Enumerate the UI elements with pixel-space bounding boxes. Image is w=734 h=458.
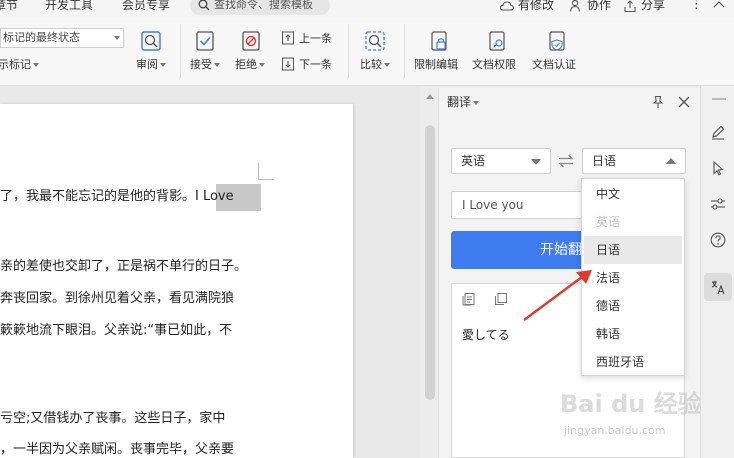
margin-corner-mark <box>258 179 274 180</box>
target-language-select[interactable]: 日语 <box>582 148 686 174</box>
sidebar-grip <box>712 98 726 100</box>
accept-button[interactable]: 接受 <box>190 58 220 71</box>
ribbon-divider <box>404 24 405 78</box>
close-icon[interactable] <box>677 95 691 109</box>
show-markup-button[interactable]: 示标记 <box>0 58 39 71</box>
document-line: 奔丧回家。到徐州见着父亲，看见满院狼 <box>0 291 235 306</box>
markup-state-select[interactable]: 标记的最终状态 <box>0 28 124 48</box>
right-tool-sidebar <box>700 86 734 458</box>
document-permission-button[interactable]: 文档权限 <box>472 58 516 71</box>
translate-icon[interactable] <box>710 279 726 295</box>
language-option-japanese[interactable]: 日语 <box>584 236 682 264</box>
scrollbar-thumb[interactable] <box>425 125 435 400</box>
tab-developer-tools[interactable]: 开发工具 <box>45 0 93 12</box>
previous-icon <box>282 31 294 45</box>
more-options-icon[interactable]: ⋮ <box>690 0 703 12</box>
tab-member-exclusive[interactable]: 会员专享 <box>122 0 170 12</box>
document-line: 亲的差使也交卸了，正是祸不单行的日子。 <box>0 259 248 274</box>
chevron-down-icon <box>114 36 120 40</box>
next-change-button[interactable]: 下一条 <box>281 57 341 72</box>
language-option-german[interactable]: 德语 <box>582 292 684 320</box>
document-certificate-icon[interactable] <box>546 30 568 52</box>
target-language-value: 日语 <box>592 154 617 168</box>
insert-text-icon[interactable] <box>462 292 476 306</box>
accept-icon[interactable] <box>194 30 216 52</box>
help-icon[interactable] <box>710 232 726 248</box>
tab-section[interactable]: 章节 <box>0 0 18 12</box>
user-icon <box>569 0 581 12</box>
language-option-korean[interactable]: 韩语 <box>582 320 684 348</box>
reject-icon[interactable] <box>240 30 262 52</box>
chevron-down-icon <box>160 63 166 67</box>
review-label: 审阅 <box>136 58 158 71</box>
restrict-edit-button[interactable]: 限制编辑 <box>414 58 458 71</box>
document-line: 亏空;又借钱办了丧事。这些日子，家中 <box>0 411 226 426</box>
document-certificate-label: 文档认证 <box>532 58 576 71</box>
document-line: ，一半因为父亲赋闲。丧事完毕，父亲要 <box>0 442 235 457</box>
source-language-value: 英语 <box>461 154 486 168</box>
restrict-edit-label: 限制编辑 <box>414 58 458 71</box>
translate-pane-title[interactable]: 翻译 <box>447 95 480 109</box>
document-page[interactable]: 了，我最不能忘记的是他的背影。I Love 亲的差使也交卸了，正是祸不单行的日子… <box>0 104 353 458</box>
pin-icon[interactable] <box>651 95 665 109</box>
menu-bar: 章节 开发工具 会员专享 查找命令、搜索模板 有修改 协作 分享 ⋮ <box>0 0 734 18</box>
next-label: 下一条 <box>299 58 332 71</box>
copy-icon[interactable] <box>494 292 508 306</box>
reject-button[interactable]: 拒绝 <box>235 58 265 71</box>
margin-corner-mark <box>258 163 259 179</box>
document-certificate-button[interactable]: 文档认证 <box>532 58 576 71</box>
next-icon <box>282 57 294 71</box>
search-placeholder: 查找命令、搜索模板 <box>214 0 313 11</box>
share-label: 分享 <box>641 0 666 12</box>
swap-languages-icon[interactable] <box>557 153 575 169</box>
language-option-french[interactable]: 法语 <box>582 264 684 292</box>
chevron-down-icon <box>33 63 39 67</box>
language-option-spanish[interactable]: 西班牙语 <box>582 348 684 376</box>
translation-result-text: 愛してる <box>462 328 510 342</box>
compare-button[interactable]: 比较 <box>360 58 390 71</box>
source-language-select[interactable]: 英语 <box>451 148 551 174</box>
document-area: 了，我最不能忘记的是他的背影。I Love 亲的差使也交卸了，正是祸不单行的日子… <box>0 86 420 458</box>
lock-icon[interactable] <box>428 30 450 52</box>
document-line: 了，我最不能忘记的是他的背影。I Love <box>0 189 234 204</box>
search-icon <box>198 0 210 11</box>
chevron-down-icon <box>531 159 541 165</box>
command-search-box[interactable]: 查找命令、搜索模板 <box>190 0 330 15</box>
cursor-icon[interactable] <box>710 160 726 176</box>
chevron-down-icon <box>214 63 220 67</box>
chevron-up-icon <box>713 1 725 8</box>
changes-label: 有修改 <box>518 0 555 12</box>
language-option-english: 英语 <box>596 215 621 229</box>
compare-icon[interactable] <box>364 30 386 52</box>
ribbon-divider <box>180 24 181 78</box>
translate-title-label: 翻译 <box>447 95 472 109</box>
pen-icon[interactable] <box>710 124 726 140</box>
collaborate-label: 协作 <box>587 0 612 12</box>
review-ribbon: 标记的最终状态 示标记 审阅 接受 拒绝 上一条 下一条 比较 限制编辑 文档权… <box>0 18 734 86</box>
chevron-up-icon <box>666 158 676 164</box>
document-permission-label: 文档权限 <box>472 58 516 71</box>
show-markup-label: 示标记 <box>0 58 31 71</box>
ribbon-divider <box>348 24 349 78</box>
scroll-up-arrow-icon[interactable] <box>426 94 434 99</box>
compare-label: 比较 <box>360 58 382 71</box>
cloud-sync-icon <box>500 1 514 11</box>
document-permission-icon[interactable] <box>486 30 508 52</box>
document-line: 簌簌地流下眼泪。父亲说:“事已如此，不 <box>0 323 233 338</box>
target-language-dropdown: 中文 英语 日语 法语 德语 韩语 西班牙语 <box>581 178 685 376</box>
previous-label: 上一条 <box>299 32 332 45</box>
share-icon <box>624 0 636 13</box>
markup-state-value: 标记的最终状态 <box>3 31 80 44</box>
review-icon[interactable] <box>140 30 162 52</box>
previous-change-button[interactable]: 上一条 <box>281 31 341 46</box>
chevron-down-icon <box>473 100 480 105</box>
chevron-down-icon <box>384 63 390 67</box>
language-option-chinese[interactable]: 中文 <box>582 180 684 208</box>
chevron-down-icon <box>259 63 265 67</box>
reject-label: 拒绝 <box>235 58 257 71</box>
review-button[interactable]: 审阅 <box>136 58 166 71</box>
accept-label: 接受 <box>190 58 212 71</box>
source-text-value: I Love you <box>462 198 524 212</box>
sliders-icon[interactable] <box>710 196 726 212</box>
